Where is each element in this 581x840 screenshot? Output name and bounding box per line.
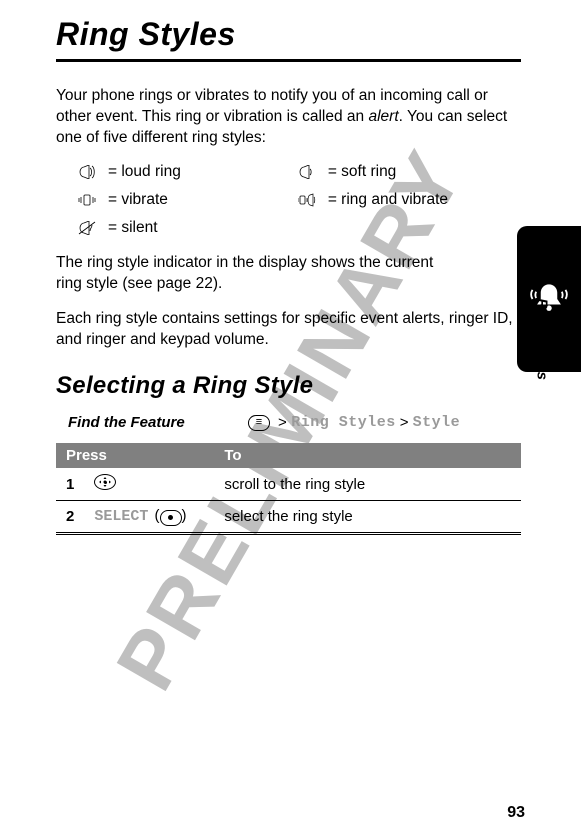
paragraph-indicator: The ring style indicator in the display … <box>56 253 521 295</box>
nav-gt-2: > <box>400 414 409 431</box>
find-feature-label: Find the Feature <box>68 414 244 431</box>
section-heading: Selecting a Ring Style <box>56 372 521 400</box>
page-content: Ring Styles Your phone rings or vibrates… <box>0 0 581 535</box>
table-head-to: To <box>214 443 521 468</box>
step-number: 2 <box>56 501 84 534</box>
table-head-press: Press <box>56 443 214 468</box>
intro-paragraph: Your phone rings or vibrates to notify y… <box>56 86 521 149</box>
ring-style-list: = loud ring = soft ring = vibrate = ring… <box>78 163 521 237</box>
title-rule <box>56 59 521 62</box>
nav-style: Style <box>413 414 461 431</box>
table-row: 2 SELECT () select the ring style <box>56 501 521 534</box>
ring-and-vibrate-label: = ring and vibrate <box>328 191 521 209</box>
ring-and-vibrate-icon <box>298 193 316 207</box>
nav-ring-styles: Ring Styles <box>291 414 396 431</box>
loud-ring-label: = loud ring <box>108 163 254 181</box>
ok-button-icon <box>160 510 182 526</box>
silent-label: = silent <box>108 219 254 237</box>
loud-ring-icon <box>78 165 96 179</box>
soft-ring-label: = soft ring <box>328 163 521 181</box>
find-the-feature: Find the Feature > Ring Styles > Style <box>68 414 521 431</box>
step-press <box>84 468 214 501</box>
nav-gt-1: > <box>278 414 287 431</box>
step-number: 1 <box>56 468 84 501</box>
select-label: SELECT <box>94 508 148 525</box>
table-row: 1 scroll to the ring style <box>56 468 521 501</box>
vibrate-icon <box>78 193 96 207</box>
sidebar-label: Ring Styles <box>534 298 551 380</box>
paragraph-settings: Each ring style contains settings for sp… <box>56 309 521 351</box>
step-to: select the ring style <box>214 501 521 534</box>
four-way-nav-icon <box>94 474 116 490</box>
silent-icon <box>78 221 96 235</box>
intro-alert-word: alert <box>368 108 398 125</box>
step-press: SELECT () <box>84 501 214 534</box>
page-number: 93 <box>507 804 525 822</box>
steps-table: Press To 1 scroll to the ring style <box>56 443 521 535</box>
step-to: scroll to the ring style <box>214 468 521 501</box>
page-title: Ring Styles <box>56 16 521 53</box>
vibrate-label: = vibrate <box>108 191 254 209</box>
soft-ring-icon <box>298 165 316 179</box>
menu-icon <box>248 415 270 431</box>
